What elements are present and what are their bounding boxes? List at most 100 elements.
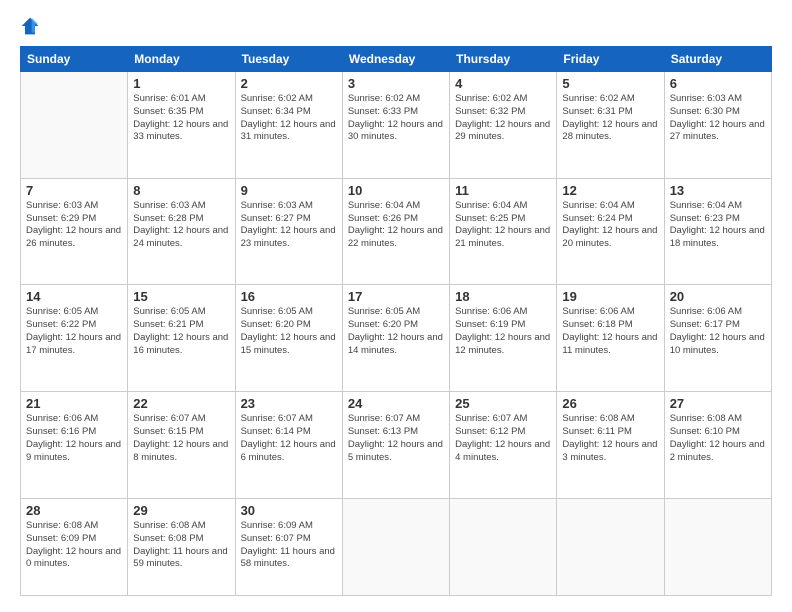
day-info: Sunrise: 6:08 AMSunset: 6:09 PMDaylight:… bbox=[26, 520, 122, 571]
day-number: 18 bbox=[455, 289, 551, 304]
day-number: 15 bbox=[133, 289, 229, 304]
calendar-cell: 25Sunrise: 6:07 AMSunset: 6:12 PMDayligh… bbox=[450, 392, 557, 499]
weekday-header-saturday: Saturday bbox=[664, 47, 771, 72]
calendar-cell: 3 Sunrise: 6:02 AMSunset: 6:33 PMDaylight… bbox=[342, 72, 449, 179]
day-info: Sunrise: 6:03 AMSunset: 6:29 PMDaylight:… bbox=[26, 200, 122, 251]
day-info: Sunrise: 6:03 AMSunset: 6:27 PMDaylight:… bbox=[241, 200, 337, 251]
day-info: Sunrise: 6:05 AMSunset: 6:20 PMDaylight:… bbox=[241, 306, 337, 357]
day-number: 13 bbox=[670, 183, 766, 198]
day-info: Sunrise: 6:01 AMSunset: 6:35 PMDaylight:… bbox=[133, 93, 229, 144]
day-info: Sunrise: 6:06 AMSunset: 6:16 PMDaylight:… bbox=[26, 413, 122, 464]
calendar-cell: 26Sunrise: 6:08 AMSunset: 6:11 PMDayligh… bbox=[557, 392, 664, 499]
calendar-cell bbox=[557, 498, 664, 595]
day-info: Sunrise: 6:03 AMSunset: 6:28 PMDaylight:… bbox=[133, 200, 229, 251]
calendar-cell: 8 Sunrise: 6:03 AMSunset: 6:28 PMDaylight… bbox=[128, 178, 235, 285]
day-number: 8 bbox=[133, 183, 229, 198]
day-number: 29 bbox=[133, 503, 229, 518]
calendar-cell: 14 Sunrise: 6:05 AMSunset: 6:22 PMDayligh… bbox=[21, 285, 128, 392]
weekday-header-wednesday: Wednesday bbox=[342, 47, 449, 72]
day-info: Sunrise: 6:09 AMSunset: 6:07 PMDaylight:… bbox=[241, 520, 337, 571]
calendar-cell bbox=[342, 498, 449, 595]
day-number: 12 bbox=[562, 183, 658, 198]
calendar-cell: 28 Sunrise: 6:08 AMSunset: 6:09 PMDayligh… bbox=[21, 498, 128, 595]
day-number: 21 bbox=[26, 396, 122, 411]
day-number: 27 bbox=[670, 396, 766, 411]
calendar-cell bbox=[21, 72, 128, 179]
day-number: 30 bbox=[241, 503, 337, 518]
calendar-week-2: 7 Sunrise: 6:03 AMSunset: 6:29 PMDaylight… bbox=[21, 178, 772, 285]
calendar-cell: 11Sunrise: 6:04 AMSunset: 6:25 PMDayligh… bbox=[450, 178, 557, 285]
day-info: Sunrise: 6:03 AMSunset: 6:30 PMDaylight:… bbox=[670, 93, 766, 144]
calendar-cell: 10Sunrise: 6:04 AMSunset: 6:26 PMDayligh… bbox=[342, 178, 449, 285]
calendar-cell: 18 Sunrise: 6:06 AMSunset: 6:19 PMDayligh… bbox=[450, 285, 557, 392]
day-number: 19 bbox=[562, 289, 658, 304]
day-number: 14 bbox=[26, 289, 122, 304]
day-info: Sunrise: 6:05 AMSunset: 6:22 PMDaylight:… bbox=[26, 306, 122, 357]
calendar-cell bbox=[450, 498, 557, 595]
weekday-header-tuesday: Tuesday bbox=[235, 47, 342, 72]
calendar-cell: 21 Sunrise: 6:06 AMSunset: 6:16 PMDayligh… bbox=[21, 392, 128, 499]
calendar-week-3: 14 Sunrise: 6:05 AMSunset: 6:22 PMDayligh… bbox=[21, 285, 772, 392]
day-info: Sunrise: 6:07 AMSunset: 6:14 PMDaylight:… bbox=[241, 413, 337, 464]
day-number: 22 bbox=[133, 396, 229, 411]
day-number: 6 bbox=[670, 76, 766, 91]
day-number: 24 bbox=[348, 396, 444, 411]
day-info: Sunrise: 6:02 AMSunset: 6:34 PMDaylight:… bbox=[241, 93, 337, 144]
calendar-cell: 22 Sunrise: 6:07 AMSunset: 6:15 PMDayligh… bbox=[128, 392, 235, 499]
calendar-cell: 15 Sunrise: 6:05 AMSunset: 6:21 PMDayligh… bbox=[128, 285, 235, 392]
calendar-cell: 20Sunrise: 6:06 AMSunset: 6:17 PMDayligh… bbox=[664, 285, 771, 392]
day-info: Sunrise: 6:02 AMSunset: 6:33 PMDaylight:… bbox=[348, 93, 444, 144]
calendar-cell: 2 Sunrise: 6:02 AMSunset: 6:34 PMDaylight… bbox=[235, 72, 342, 179]
day-info: Sunrise: 6:08 AMSunset: 6:10 PMDaylight:… bbox=[670, 413, 766, 464]
weekday-header-monday: Monday bbox=[128, 47, 235, 72]
calendar-week-4: 21 Sunrise: 6:06 AMSunset: 6:16 PMDayligh… bbox=[21, 392, 772, 499]
day-number: 23 bbox=[241, 396, 337, 411]
calendar-cell: 19 Sunrise: 6:06 AMSunset: 6:18 PMDayligh… bbox=[557, 285, 664, 392]
day-info: Sunrise: 6:07 AMSunset: 6:15 PMDaylight:… bbox=[133, 413, 229, 464]
calendar-cell: 1 Sunrise: 6:01 AMSunset: 6:35 PMDaylight… bbox=[128, 72, 235, 179]
header bbox=[20, 16, 772, 36]
day-number: 28 bbox=[26, 503, 122, 518]
calendar-week-5: 28 Sunrise: 6:08 AMSunset: 6:09 PMDayligh… bbox=[21, 498, 772, 595]
day-number: 25 bbox=[455, 396, 551, 411]
day-number: 17 bbox=[348, 289, 444, 304]
day-info: Sunrise: 6:06 AMSunset: 6:19 PMDaylight:… bbox=[455, 306, 551, 357]
day-info: Sunrise: 6:06 AMSunset: 6:17 PMDaylight:… bbox=[670, 306, 766, 357]
calendar-cell: 16 Sunrise: 6:05 AMSunset: 6:20 PMDayligh… bbox=[235, 285, 342, 392]
calendar-cell: 7 Sunrise: 6:03 AMSunset: 6:29 PMDaylight… bbox=[21, 178, 128, 285]
weekday-header-row: SundayMondayTuesdayWednesdayThursdayFrid… bbox=[21, 47, 772, 72]
calendar-cell: 27 Sunrise: 6:08 AMSunset: 6:10 PMDayligh… bbox=[664, 392, 771, 499]
calendar-week-1: 1 Sunrise: 6:01 AMSunset: 6:35 PMDaylight… bbox=[21, 72, 772, 179]
day-number: 4 bbox=[455, 76, 551, 91]
weekday-header-thursday: Thursday bbox=[450, 47, 557, 72]
calendar-cell bbox=[664, 498, 771, 595]
calendar-table: SundayMondayTuesdayWednesdayThursdayFrid… bbox=[20, 46, 772, 596]
calendar-cell: 9 Sunrise: 6:03 AMSunset: 6:27 PMDaylight… bbox=[235, 178, 342, 285]
day-number: 9 bbox=[241, 183, 337, 198]
day-info: Sunrise: 6:08 AMSunset: 6:11 PMDaylight:… bbox=[562, 413, 658, 464]
day-number: 2 bbox=[241, 76, 337, 91]
calendar-cell: 24Sunrise: 6:07 AMSunset: 6:13 PMDayligh… bbox=[342, 392, 449, 499]
day-number: 5 bbox=[562, 76, 658, 91]
calendar-cell: 23 Sunrise: 6:07 AMSunset: 6:14 PMDayligh… bbox=[235, 392, 342, 499]
day-info: Sunrise: 6:02 AMSunset: 6:31 PMDaylight:… bbox=[562, 93, 658, 144]
day-info: Sunrise: 6:08 AMSunset: 6:08 PMDaylight:… bbox=[133, 520, 229, 571]
calendar-cell: 4Sunrise: 6:02 AMSunset: 6:32 PMDaylight… bbox=[450, 72, 557, 179]
calendar-cell: 17Sunrise: 6:05 AMSunset: 6:20 PMDayligh… bbox=[342, 285, 449, 392]
day-number: 16 bbox=[241, 289, 337, 304]
day-info: Sunrise: 6:06 AMSunset: 6:18 PMDaylight:… bbox=[562, 306, 658, 357]
day-info: Sunrise: 6:04 AMSunset: 6:26 PMDaylight:… bbox=[348, 200, 444, 251]
logo bbox=[20, 16, 44, 36]
weekday-header-friday: Friday bbox=[557, 47, 664, 72]
calendar-cell: 12 Sunrise: 6:04 AMSunset: 6:24 PMDayligh… bbox=[557, 178, 664, 285]
day-number: 11 bbox=[455, 183, 551, 198]
day-info: Sunrise: 6:05 AMSunset: 6:21 PMDaylight:… bbox=[133, 306, 229, 357]
day-number: 1 bbox=[133, 76, 229, 91]
weekday-header-sunday: Sunday bbox=[21, 47, 128, 72]
day-info: Sunrise: 6:04 AMSunset: 6:24 PMDaylight:… bbox=[562, 200, 658, 251]
day-number: 7 bbox=[26, 183, 122, 198]
page: SundayMondayTuesdayWednesdayThursdayFrid… bbox=[0, 0, 792, 612]
calendar-cell: 6 Sunrise: 6:03 AMSunset: 6:30 PMDaylight… bbox=[664, 72, 771, 179]
day-number: 3 bbox=[348, 76, 444, 91]
day-info: Sunrise: 6:04 AMSunset: 6:23 PMDaylight:… bbox=[670, 200, 766, 251]
